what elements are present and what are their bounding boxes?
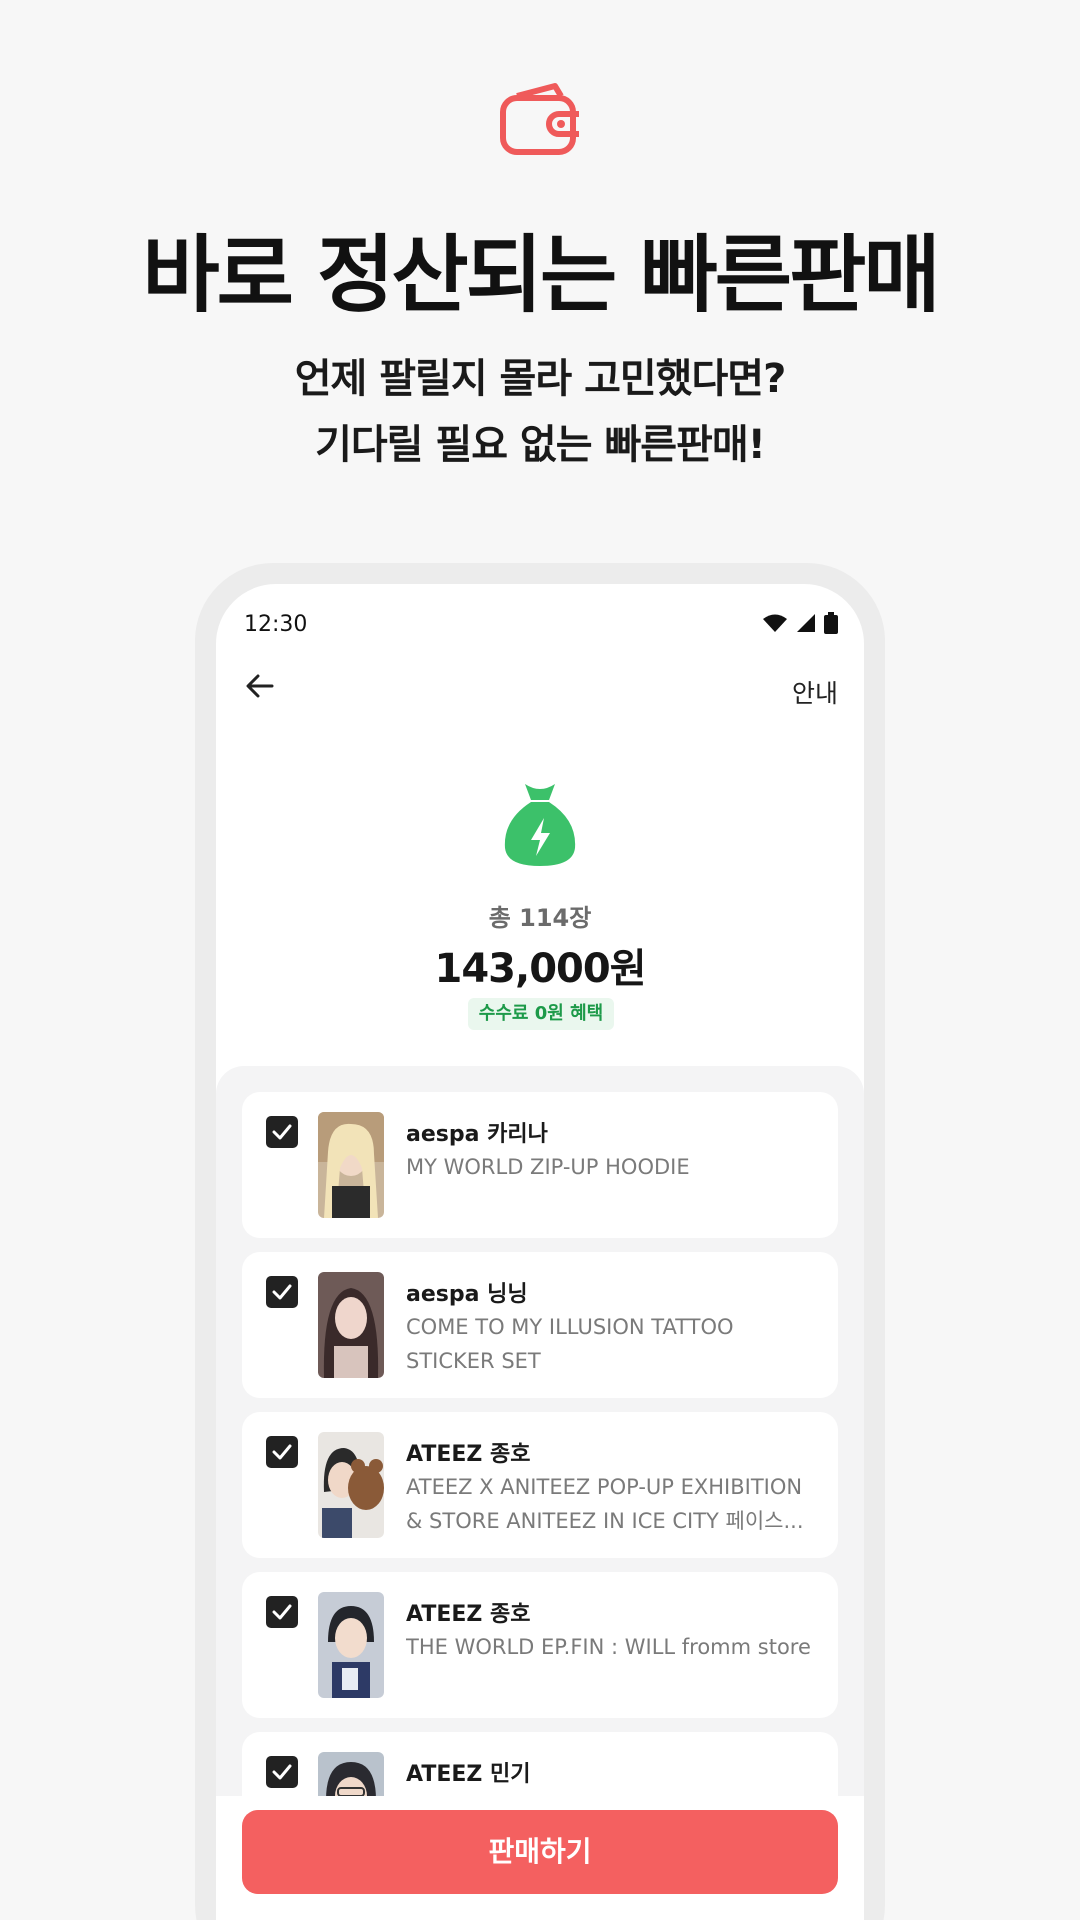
status-icons	[762, 612, 838, 634]
check-icon	[272, 1124, 292, 1140]
item-artist: ATEEZ 민기	[406, 1762, 531, 1787]
subheadline-line1: 언제 팔릴지 몰라 고민했다면?	[294, 356, 787, 402]
subheadline-line2: 기다릴 필요 없는 빠른판매!	[315, 422, 766, 468]
signal-icon	[797, 614, 815, 632]
photocard-thumbnail	[318, 1272, 384, 1378]
photocard-thumbnail	[318, 1432, 384, 1538]
list-item[interactable]: aespa 카리나 MY WORLD ZIP-UP HOODIE	[242, 1092, 838, 1238]
item-artist: ATEEZ 종호	[406, 1442, 531, 1467]
photocard-thumbnail	[318, 1112, 384, 1218]
item-checkbox[interactable]	[266, 1116, 298, 1148]
wifi-icon	[763, 614, 787, 632]
promo-page: 바로 정산되는 빠른판매 언제 팔릴지 몰라 고민했다면? 기다릴 필요 없는 …	[0, 0, 1080, 1920]
check-icon	[272, 1284, 292, 1300]
fee-benefit-badge: 수수료 0원 혜택	[468, 998, 614, 1030]
item-artist: aespa 카리나	[406, 1122, 548, 1147]
item-artist: aespa 닝닝	[406, 1282, 528, 1307]
check-icon	[272, 1764, 292, 1780]
money-bag-icon	[504, 784, 576, 866]
item-checkbox[interactable]	[266, 1436, 298, 1468]
total-count: 총 114장	[488, 904, 592, 932]
item-artist: ATEEZ 종호	[406, 1602, 531, 1627]
back-arrow-icon[interactable]	[244, 670, 276, 702]
total-amount: 143,000원	[434, 946, 647, 992]
item-title: ATEEZ X ANITEEZ POP-UP EXHIBITION & STOR…	[406, 1475, 804, 1533]
list-item[interactable]: ATEEZ 종호 ATEEZ X ANITEEZ POP-UP EXHIBITI…	[242, 1412, 838, 1558]
wallet-icon	[500, 83, 579, 155]
headline: 바로 정산되는 빠른판매	[142, 226, 940, 324]
item-checkbox[interactable]	[266, 1276, 298, 1308]
phone-screen: 12:30 안내 총 114장 143,000원 수수료 0원 혜택 aespa…	[216, 584, 864, 1920]
battery-icon	[824, 612, 838, 634]
list-item[interactable]: aespa 닝닝 COME TO MY ILLUSION TATTOO STIC…	[242, 1252, 838, 1398]
item-title: COME TO MY ILLUSION TATTOO STICKER SET	[406, 1315, 734, 1373]
list-item[interactable]: ATEEZ 종호 THE WORLD EP.FIN : WILL fromm s…	[242, 1572, 838, 1718]
item-checkbox[interactable]	[266, 1596, 298, 1628]
check-icon	[272, 1604, 292, 1620]
check-icon	[272, 1444, 292, 1460]
photocard-thumbnail	[318, 1592, 384, 1698]
item-list: aespa 카리나 MY WORLD ZIP-UP HOODIE aespa 닝…	[216, 1066, 864, 1920]
item-title: MY WORLD ZIP-UP HOODIE	[406, 1155, 690, 1179]
item-checkbox[interactable]	[266, 1756, 298, 1788]
sell-button[interactable]: 판매하기	[242, 1810, 838, 1894]
item-title: THE WORLD EP.FIN : WILL fromm store	[406, 1635, 811, 1659]
status-time: 12:30	[244, 612, 308, 637]
info-link[interactable]: 안내	[792, 674, 838, 710]
